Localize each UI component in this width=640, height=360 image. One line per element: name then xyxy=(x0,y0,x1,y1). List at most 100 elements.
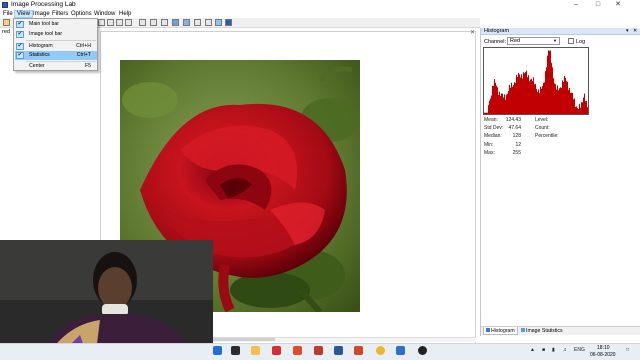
word-icon[interactable] xyxy=(334,346,343,355)
histogram-bar xyxy=(488,105,489,114)
screen-icon[interactable] xyxy=(183,19,190,26)
mail-icon[interactable] xyxy=(231,346,240,355)
histogram-bar xyxy=(498,94,499,114)
histogram-bar xyxy=(499,91,500,114)
log-checkbox[interactable] xyxy=(568,38,574,44)
edge-icon[interactable] xyxy=(213,346,222,355)
notifications-icon[interactable]: □ xyxy=(626,347,629,353)
histogram-bar xyxy=(563,81,564,114)
histogram-bar xyxy=(518,72,519,114)
window-icon[interactable] xyxy=(225,19,232,26)
clock-date[interactable]: 06-08-2020 xyxy=(590,352,616,358)
camera-icon[interactable] xyxy=(418,346,427,355)
stat-max-label: Max: xyxy=(484,150,495,156)
histogram-bar xyxy=(562,80,563,114)
histogram-bar xyxy=(569,87,570,114)
tray-volume-icon[interactable]: ♫ xyxy=(563,347,567,353)
histogram-bar xyxy=(570,92,571,114)
menu-filters[interactable]: Filters xyxy=(50,10,70,18)
stat-count-label: Count: xyxy=(535,125,550,131)
open-file-icon[interactable] xyxy=(3,19,10,26)
tab-image-statistics[interactable]: Image Statistics xyxy=(519,327,565,335)
histogram-bar xyxy=(582,102,583,114)
media-player-icon[interactable] xyxy=(293,346,302,355)
menu-item-statistics[interactable]: ✔ Statistics Ctrl+T xyxy=(15,51,97,60)
menu-item-main-toolbar[interactable]: ✔ Main tool bar xyxy=(15,20,97,29)
menu-item-image-toolbar[interactable]: ✔ Image tool bar xyxy=(15,30,97,39)
menu-help[interactable]: Help xyxy=(117,10,133,18)
powerpoint-icon[interactable] xyxy=(354,346,363,355)
histogram-bar xyxy=(527,77,528,114)
menu-separator xyxy=(26,40,96,41)
menu-image[interactable]: Image xyxy=(31,10,52,18)
image-info-icon[interactable] xyxy=(172,19,179,26)
grid-icon[interactable] xyxy=(194,19,201,26)
histogram-bar xyxy=(554,83,555,114)
menu-file[interactable]: File xyxy=(1,10,15,18)
tray-people-icon[interactable]: ▲ xyxy=(530,347,535,353)
document-tab[interactable]: red xyxy=(2,29,10,35)
histogram-bar xyxy=(514,82,515,114)
app-icon-red[interactable] xyxy=(314,346,323,355)
settings-icon[interactable] xyxy=(215,19,222,26)
stat-median-value: 128 xyxy=(512,133,521,139)
histogram-bar xyxy=(542,86,543,114)
histogram-bar xyxy=(580,107,581,114)
rotate-icon[interactable] xyxy=(161,19,168,26)
menu-item-histogram[interactable]: ✔ Histogram Ctrl+H xyxy=(15,42,97,51)
menu-window[interactable]: Window xyxy=(92,10,117,18)
layers-icon[interactable] xyxy=(205,19,212,26)
channel-select[interactable]: Red ▼ xyxy=(507,37,560,45)
move-icon[interactable] xyxy=(139,19,146,26)
histogram-bar xyxy=(553,78,554,114)
histogram-bar xyxy=(574,98,575,114)
crop-icon[interactable] xyxy=(150,19,157,26)
maximize-button[interactable]: □ xyxy=(590,0,606,10)
zoom-out-icon[interactable] xyxy=(107,19,114,26)
zoom-fit-icon[interactable] xyxy=(116,19,123,26)
stat-percentile-label: Percentile: xyxy=(535,133,559,139)
pin-icon[interactable]: ▾ xyxy=(626,28,629,35)
histogram-bar xyxy=(507,93,508,114)
chrome-icon[interactable] xyxy=(376,346,385,355)
tray-battery-icon[interactable]: ▮ xyxy=(552,347,555,353)
image-processing-lab-icon[interactable] xyxy=(396,346,405,355)
histogram-bar xyxy=(531,78,532,114)
histogram-bar xyxy=(524,73,525,114)
histogram-bar xyxy=(496,85,497,114)
minimize-button[interactable]: – xyxy=(568,0,584,10)
histogram-bar xyxy=(571,92,572,114)
tray-language[interactable]: ENG xyxy=(574,347,585,353)
histogram-plot[interactable] xyxy=(483,47,589,115)
histogram-bar xyxy=(490,98,491,114)
histogram-bar xyxy=(484,112,485,114)
histogram-bar xyxy=(501,93,502,114)
histogram-bar xyxy=(548,50,549,114)
webcam-overlay xyxy=(0,240,213,360)
pdf-icon[interactable] xyxy=(272,346,281,355)
zoom-in-icon[interactable] xyxy=(98,19,105,26)
zoom-actual-icon[interactable] xyxy=(125,19,132,26)
histogram-bar xyxy=(536,89,537,114)
tab-histogram[interactable]: Histogram xyxy=(483,327,518,335)
close-button[interactable]: ✕ xyxy=(610,0,626,10)
histogram-bar xyxy=(493,85,494,114)
histogram-bar xyxy=(515,82,516,114)
file-explorer-icon[interactable] xyxy=(251,346,260,355)
histogram-bar xyxy=(583,97,584,114)
histogram-bar xyxy=(567,81,568,114)
menu-options[interactable]: Options xyxy=(69,10,94,18)
clock-time[interactable]: 18:10 xyxy=(597,345,610,351)
menu-bar: File View Image Filters Options Window H… xyxy=(0,10,640,18)
app-icon xyxy=(2,2,8,8)
stat-stddev-value: 47.64 xyxy=(508,125,521,131)
histogram-bar xyxy=(491,95,492,114)
histogram-bar xyxy=(511,82,512,114)
panel-close-icon[interactable]: ✕ xyxy=(633,28,637,35)
histogram-bar xyxy=(497,87,498,114)
document-close-icon[interactable]: ✕ xyxy=(470,29,475,36)
menu-item-center[interactable]: Center F5 xyxy=(15,62,97,71)
histogram-bar xyxy=(566,81,567,114)
tray-network-icon[interactable]: ■ xyxy=(542,347,545,353)
stat-mean-value: 124.43 xyxy=(505,117,521,123)
